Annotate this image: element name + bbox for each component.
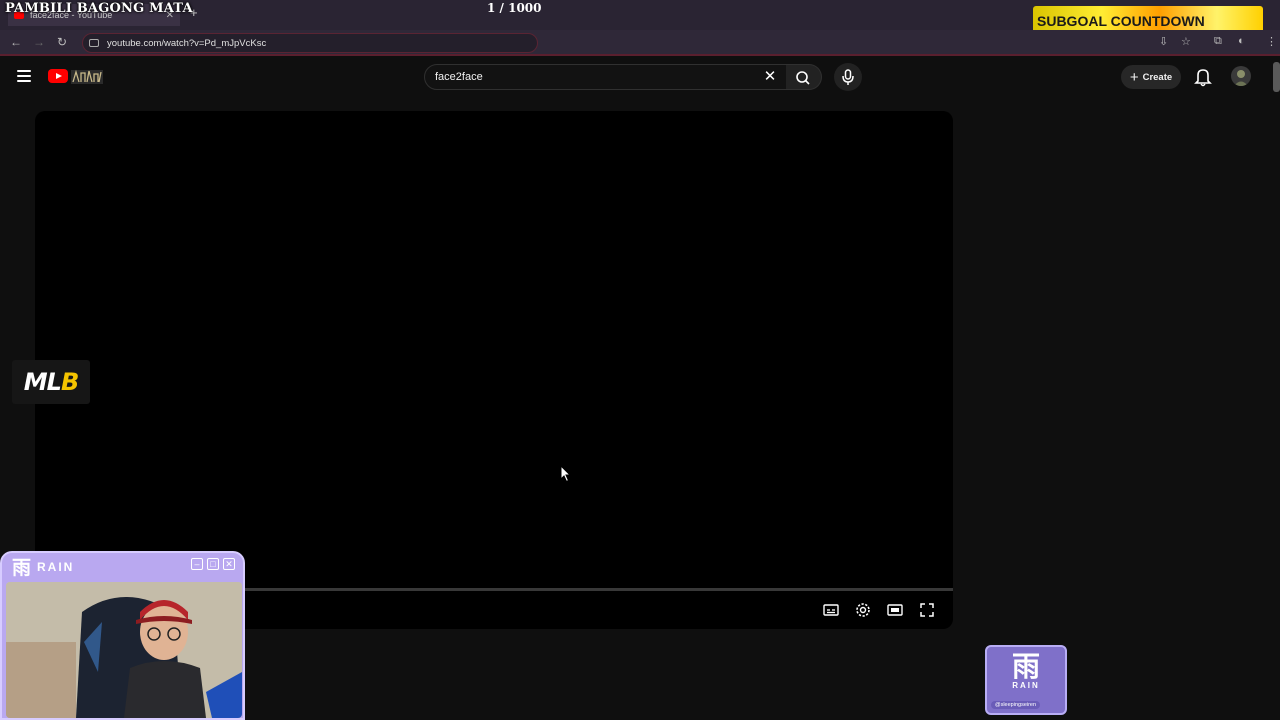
stream-goal-title: PAMBILI BAGONG MATA [5, 1, 193, 16]
url-text: youtube.com/watch?v=Pd_mJpVcKsc [107, 37, 267, 49]
video-progress-bar[interactable] [245, 588, 953, 591]
forward-arrow-icon[interactable]: → [33, 35, 45, 49]
stream-goal-counter: 1 / 1000 [487, 1, 542, 15]
search-button[interactable] [786, 64, 822, 90]
browser-address-bar: ← → ↻ youtube.com/watch?v=Pd_mJpVcKsc ⇩ … [0, 30, 1280, 56]
sponsor-logo: ML B [12, 360, 90, 404]
bell-icon[interactable] [1194, 67, 1212, 87]
back-arrow-icon[interactable]: ← [10, 35, 22, 49]
avatar-image [1234, 70, 1248, 86]
extensions-icon[interactable]: ⧉ [1214, 35, 1222, 48]
page-scrollbar[interactable] [1273, 62, 1280, 92]
badge-kanji: 雨 [1011, 650, 1040, 683]
search-icon [796, 71, 810, 85]
webcam-feed [6, 582, 242, 718]
sponsor-logo-highlight: B [60, 368, 79, 396]
hamburger-icon[interactable] [17, 70, 31, 82]
browser-tabstrip: face2face - YouTube ✕ + PAMBILI BAGONG M… [0, 0, 1280, 36]
badge-name: RAIN [1012, 681, 1040, 690]
sponsor-logo-text: ML [23, 368, 62, 396]
mic-icon [842, 69, 854, 85]
maximize-icon: □ [207, 558, 219, 570]
youtube-doodle-logo[interactable] [71, 68, 103, 84]
url-field[interactable]: youtube.com/watch?v=Pd_mJpVcKsc [82, 33, 538, 53]
webcam-overlay: 雨 RAIN – □ ✕ [0, 551, 245, 720]
subtitles-icon[interactable] [822, 601, 840, 619]
menu-kebab-icon[interactable]: ⋮ [1266, 35, 1277, 48]
channel-badge: 雨 RAIN @sleepingseiren [985, 645, 1067, 715]
badge-handle: @sleepingseiren [991, 701, 1041, 709]
mouse-cursor-icon [560, 465, 572, 483]
search-input[interactable]: face2face [424, 64, 787, 90]
voice-search-button[interactable] [834, 63, 862, 91]
create-label: Create [1142, 71, 1173, 83]
bookmark-star-icon[interactable]: ☆ [1181, 35, 1191, 48]
webcam-name: RAIN [37, 559, 75, 574]
reload-icon[interactable]: ↻ [57, 35, 67, 49]
close-icon[interactable]: ✕ [761, 68, 779, 86]
close-icon: ✕ [223, 558, 235, 570]
webcam-kanji: 雨 [12, 557, 32, 579]
youtube-header: face2face ✕ + Create [0, 56, 1280, 104]
profile-icon[interactable]: ◐ [1238, 35, 1245, 47]
webcam-title-bar: 雨 RAIN – □ ✕ [2, 553, 243, 580]
create-button[interactable]: + Create [1121, 65, 1181, 89]
streamer-image [6, 582, 242, 718]
fullscreen-icon[interactable] [918, 601, 936, 619]
avatar[interactable] [1231, 66, 1251, 86]
theater-icon[interactable] [886, 601, 904, 619]
plus-icon: + [1129, 68, 1139, 86]
webcam-window-controls: – □ ✕ [191, 558, 235, 570]
site-info-icon[interactable] [89, 39, 99, 47]
youtube-logo-icon[interactable] [48, 69, 68, 83]
install-icon[interactable]: ⇩ [1159, 35, 1168, 48]
screen: face2face - YouTube ✕ + PAMBILI BAGONG M… [0, 0, 1280, 720]
settings-icon[interactable] [854, 601, 872, 619]
minimize-icon: – [191, 558, 203, 570]
